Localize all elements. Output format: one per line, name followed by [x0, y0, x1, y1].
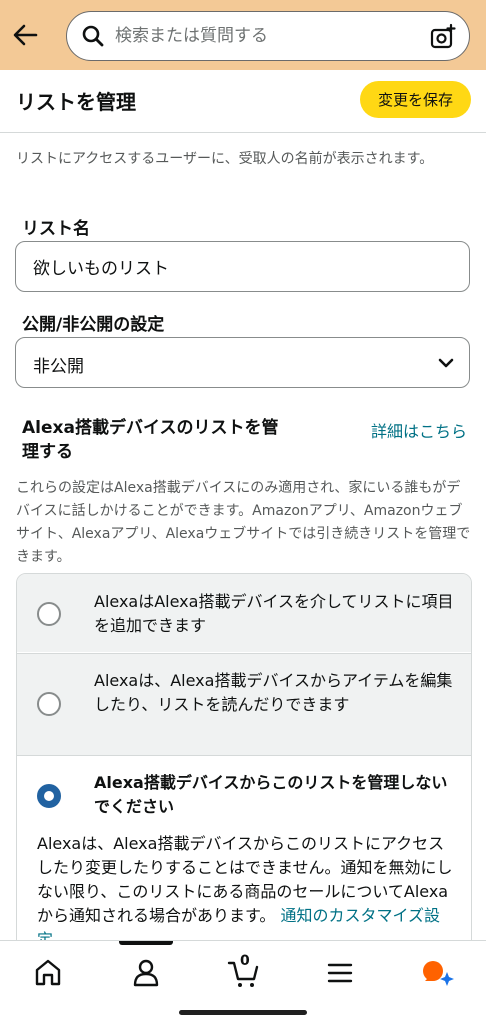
alexa-option-add-items[interactable]: AlexaはAlexa搭載デバイスを介してリストに項目を追加できます: [17, 574, 471, 652]
search-box[interactable]: [66, 11, 470, 61]
privacy-label: 公開/非公開の設定: [22, 315, 165, 335]
search-input[interactable]: [115, 20, 415, 52]
details-link[interactable]: 詳細はこちら: [371, 418, 467, 442]
option-label-edit-read: Alexaは、Alexa搭載デバイスからアイテムを編集したり、リストを読んだりで…: [94, 671, 453, 714]
privacy-select[interactable]: 非公開: [15, 337, 470, 388]
menu-icon[interactable]: [322, 955, 358, 991]
system-home-indicator: [179, 1010, 307, 1015]
home-icon[interactable]: [30, 955, 66, 991]
save-changes-button[interactable]: 変更を保存: [360, 81, 471, 118]
active-tab-indicator: [119, 941, 173, 945]
account-icon[interactable]: [128, 955, 164, 991]
radio-add-items[interactable]: [37, 602, 61, 626]
alexa-option-edit-read[interactable]: Alexaは、Alexa搭載デバイスからアイテムを編集したり、リストを読んだりで…: [17, 653, 471, 755]
radio-do-not-manage[interactable]: [37, 784, 61, 808]
alexa-description: これらの設定はAlexa搭載デバイスにのみ適用され、家にいる誰もがデバイスに話し…: [16, 480, 471, 565]
page-title: リストを管理: [16, 90, 136, 114]
alexa-options-card: AlexaはAlexa搭載デバイスを介してリストに項目を追加できます Alexa…: [16, 573, 472, 975]
selected-option-detail: Alexaは、Alexa搭載デバイスからこのリストにアクセスしたり変更したりする…: [37, 832, 455, 952]
recipient-note: リストにアクセスするユーザーに、受取人の名前が表示されます。: [16, 151, 434, 167]
chevron-down-icon: [438, 358, 454, 368]
bottom-nav: 0: [0, 940, 486, 1025]
title-row: リストを管理 変更を保存: [0, 70, 486, 133]
option-label-add-items: AlexaはAlexa搭載デバイスを介してリストに項目を追加できます: [94, 592, 454, 635]
radio-edit-read[interactable]: [37, 692, 61, 716]
back-arrow-icon[interactable]: [10, 20, 40, 50]
cart-count: 0: [240, 953, 250, 969]
option-label-do-not-manage: Alexa搭載デバイスからこのリストを管理しないでください: [94, 773, 448, 816]
alexa-section-heading: Alexa搭載デバイスのリストを管理する: [22, 418, 279, 462]
rufus-assistant-icon[interactable]: [420, 955, 456, 991]
list-name-input[interactable]: [15, 241, 470, 292]
cart-button[interactable]: 0: [226, 953, 262, 991]
camera-search-icon[interactable]: [429, 23, 457, 51]
list-name-label: リスト名: [22, 219, 90, 239]
search-header: [0, 0, 486, 70]
privacy-selected-value: 非公開: [33, 357, 84, 377]
search-icon: [82, 25, 104, 47]
